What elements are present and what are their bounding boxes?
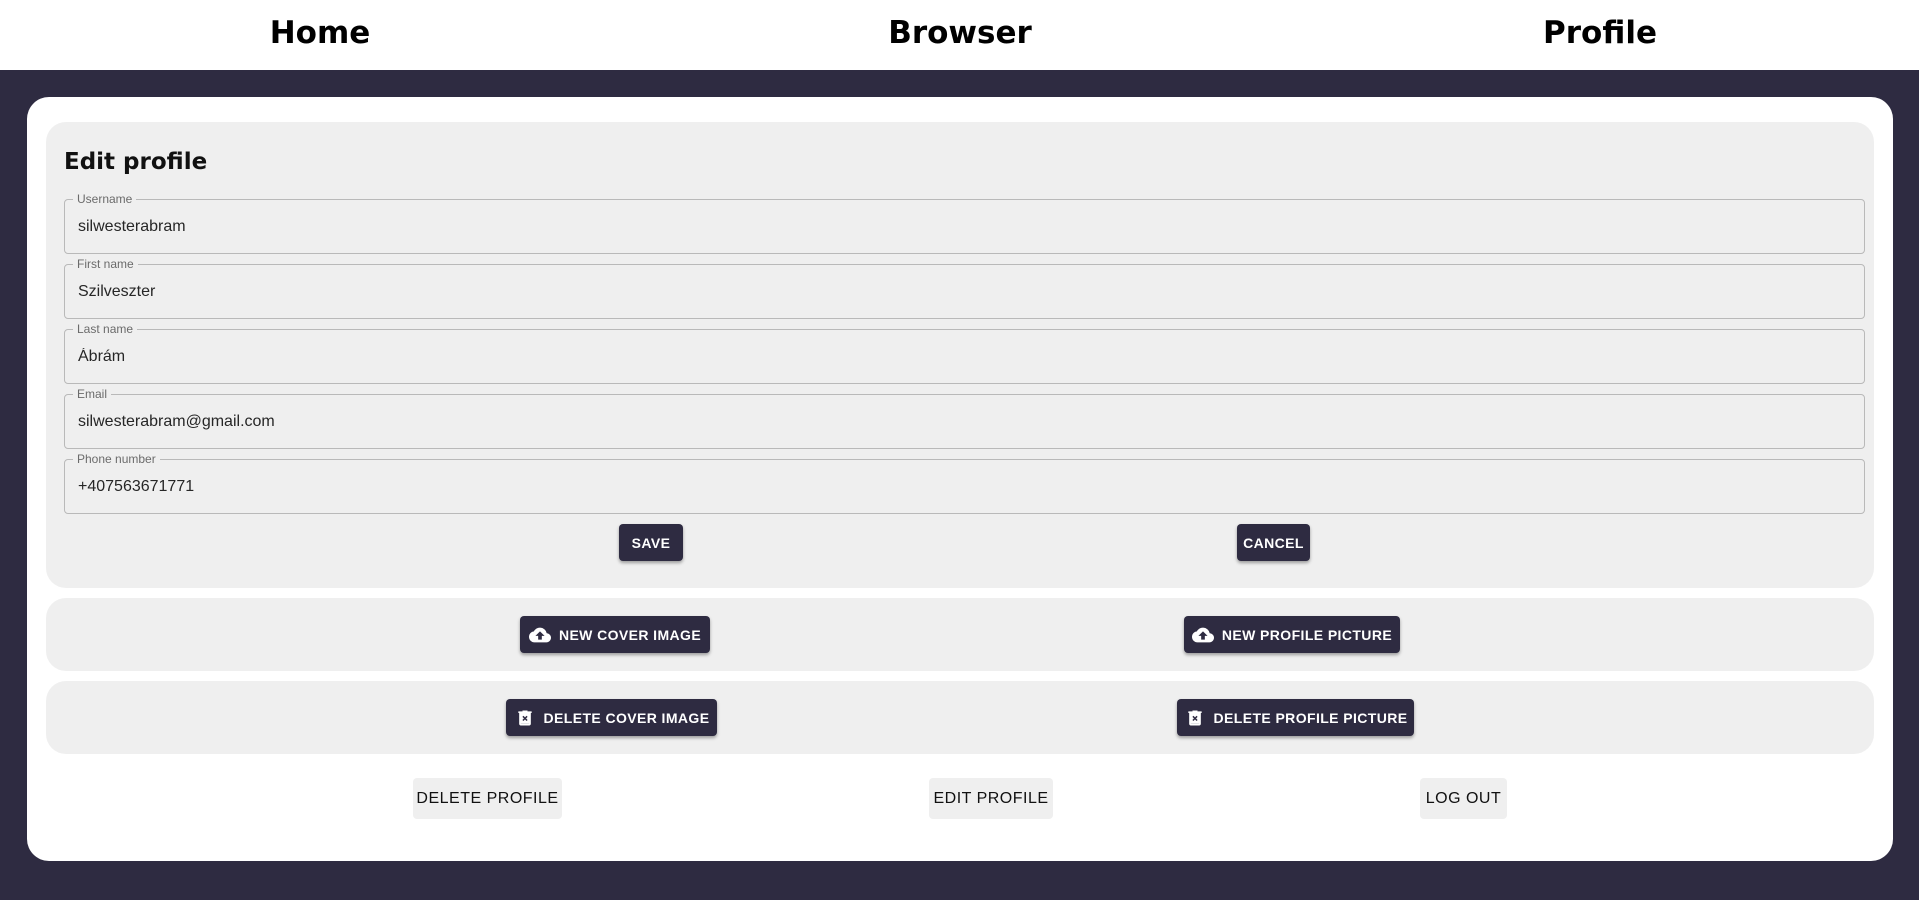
edit-profile-button[interactable]: EDIT PROFILE — [929, 778, 1053, 819]
phone-number-input[interactable] — [78, 460, 1848, 513]
first-name-input[interactable] — [78, 265, 1848, 318]
cancel-button-label: CANCEL — [1243, 534, 1304, 551]
first-name-field: First name — [64, 256, 1865, 319]
last-name-field: Last name — [64, 321, 1865, 384]
top-navigation: Home Browser Profile — [0, 0, 1919, 70]
nav-profile-link[interactable]: Profile — [1543, 0, 1657, 68]
last-name-input[interactable] — [78, 330, 1848, 383]
upload-images-panel — [46, 598, 1874, 671]
delete-icon — [1184, 707, 1206, 729]
nav-browser-link[interactable]: Browser — [888, 0, 1032, 68]
save-button[interactable]: SAVE — [619, 524, 683, 561]
new-profile-picture-label: NEW PROFILE PICTURE — [1221, 626, 1393, 643]
edit-profile-title: Edit profile — [64, 149, 208, 175]
new-cover-image-label: NEW COVER IMAGE — [558, 626, 702, 643]
delete-cover-image-label: DELETE COVER IMAGE — [543, 709, 710, 726]
new-cover-image-button[interactable]: NEW COVER IMAGE — [520, 616, 710, 653]
new-profile-picture-button[interactable]: NEW PROFILE PICTURE — [1184, 616, 1400, 653]
log-out-button[interactable]: LOG OUT — [1420, 778, 1507, 819]
username-input[interactable] — [78, 200, 1848, 253]
delete-profile-label: DELETE PROFILE — [416, 789, 559, 807]
email-field: Email — [64, 386, 1865, 449]
cloud-upload-icon — [528, 624, 551, 646]
delete-profile-picture-label: DELETE PROFILE PICTURE — [1213, 709, 1408, 726]
log-out-label: LOG OUT — [1425, 789, 1502, 807]
delete-profile-button[interactable]: DELETE PROFILE — [413, 778, 562, 819]
email-input[interactable] — [78, 395, 1848, 448]
save-button-label: SAVE — [631, 534, 671, 551]
nav-home-link[interactable]: Home — [270, 0, 371, 68]
delete-profile-picture-button[interactable]: DELETE PROFILE PICTURE — [1177, 699, 1414, 736]
delete-cover-image-button[interactable]: DELETE COVER IMAGE — [506, 699, 717, 736]
edit-profile-label: EDIT PROFILE — [933, 789, 1049, 807]
delete-images-panel — [46, 681, 1874, 754]
delete-icon — [514, 707, 536, 729]
username-field: Username — [64, 191, 1865, 254]
cancel-button[interactable]: CANCEL — [1237, 524, 1310, 561]
cloud-upload-icon — [1191, 624, 1214, 646]
phone-number-field: Phone number — [64, 451, 1865, 514]
